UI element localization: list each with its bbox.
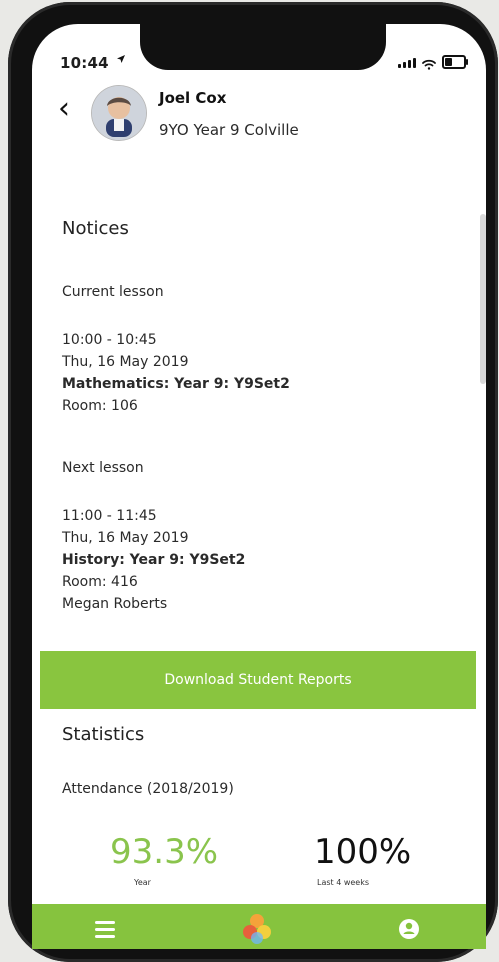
current-lesson-room: Room: 106 bbox=[62, 398, 138, 414]
status-time: 10:44 bbox=[60, 54, 126, 72]
status-icons bbox=[398, 55, 468, 70]
scrollbar[interactable] bbox=[480, 214, 486, 384]
next-lesson-time: 11:00 - 11:45 bbox=[62, 508, 157, 524]
next-lesson-subject: History: Year 9: Y9Set2 bbox=[62, 552, 246, 568]
signal-icon bbox=[398, 56, 416, 68]
current-lesson-date: Thu, 16 May 2019 bbox=[62, 354, 189, 370]
next-lesson-teacher: Megan Roberts bbox=[62, 596, 168, 612]
statistics-section: Statistics Attendance (2018/2019) 93.3% … bbox=[32, 724, 486, 894]
chevron-left-icon: ‹ bbox=[58, 91, 70, 126]
student-meta: 9YO Year 9 Colville bbox=[159, 121, 299, 139]
menu-button[interactable] bbox=[88, 912, 122, 946]
device-notch bbox=[140, 24, 386, 70]
avatar-image bbox=[92, 86, 146, 140]
attendance-last4-value: 100% bbox=[314, 832, 412, 872]
battery-fill bbox=[445, 58, 452, 66]
notices-title: Notices bbox=[62, 218, 129, 239]
statistics-title: Statistics bbox=[62, 724, 145, 745]
attendance-year-label: Year bbox=[134, 878, 151, 887]
location-arrow-icon bbox=[117, 55, 126, 63]
attendance-label: Attendance (2018/2019) bbox=[62, 781, 234, 797]
app-logo-button[interactable] bbox=[240, 912, 274, 946]
wifi-icon bbox=[422, 56, 436, 70]
menu-icon bbox=[95, 921, 115, 938]
user-icon bbox=[399, 919, 419, 939]
profile-button[interactable] bbox=[392, 912, 426, 946]
student-header: ‹ Joel Cox 9YO Year 9 Colville bbox=[58, 86, 448, 150]
student-avatar bbox=[92, 86, 146, 140]
battery-icon bbox=[442, 55, 468, 69]
back-button[interactable]: ‹ bbox=[58, 94, 80, 124]
attendance-last4-label: Last 4 weeks bbox=[317, 878, 370, 887]
download-student-reports-button[interactable]: Download Student Reports bbox=[40, 651, 476, 709]
next-lesson-room: Room: 416 bbox=[62, 574, 138, 590]
next-lesson-date: Thu, 16 May 2019 bbox=[62, 530, 189, 546]
attendance-year-value: 93.3% bbox=[110, 832, 219, 872]
status-time-text: 10:44 bbox=[60, 54, 109, 72]
current-lesson-label: Current lesson bbox=[62, 284, 164, 300]
current-lesson-time: 10:00 - 10:45 bbox=[62, 332, 157, 348]
app-logo-icon bbox=[243, 914, 271, 944]
next-lesson-label: Next lesson bbox=[62, 460, 144, 476]
bottom-navigation bbox=[32, 904, 486, 949]
student-name: Joel Cox bbox=[159, 89, 227, 107]
app-screen: 10:44 ‹ Joel Cox 9YO Year 9 Colville Not… bbox=[32, 24, 486, 949]
current-lesson-subject: Mathematics: Year 9: Y9Set2 bbox=[62, 376, 290, 392]
